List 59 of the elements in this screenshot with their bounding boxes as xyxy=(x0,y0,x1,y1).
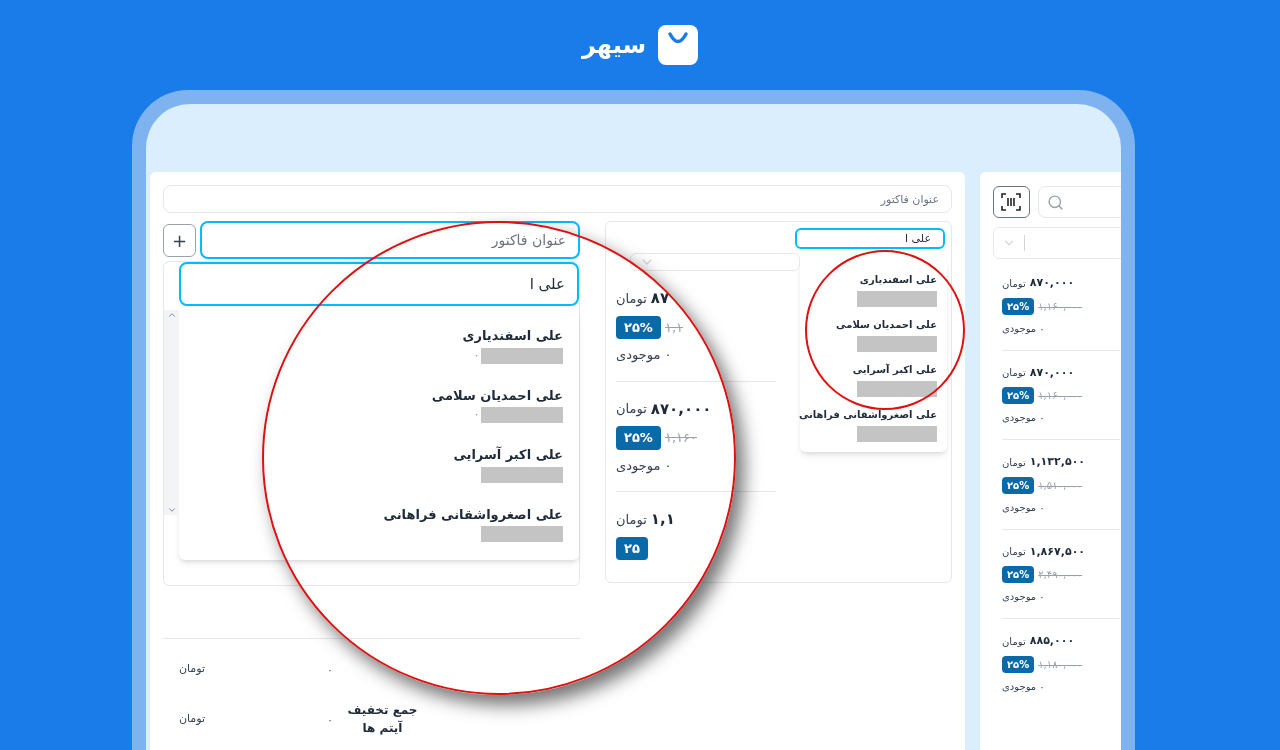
currency: تومان xyxy=(616,400,647,419)
currency: تومان xyxy=(1002,276,1026,291)
note-text: ۰ xyxy=(474,348,479,362)
stock-text: ۰ موجودی xyxy=(616,456,672,475)
currency: تومان xyxy=(1002,634,1026,649)
total-unit: تومان xyxy=(178,710,205,727)
stock-text: ۰ موجودی xyxy=(1002,500,1045,515)
customer-option[interactable]: علی اسفندیاری xyxy=(859,272,937,287)
discount-badge: ۲۵% xyxy=(616,426,661,450)
stock-text: ۰ موجودی xyxy=(1002,590,1045,604)
price: ۱,۱۳۲,۵۰۰ xyxy=(1029,454,1086,470)
price: ۸۷ xyxy=(650,288,670,309)
add-button[interactable]: + xyxy=(163,223,196,257)
note-text: ۰ xyxy=(474,408,479,422)
customer-option[interactable]: علی اکبر آسرایی xyxy=(852,362,937,377)
customer-search-field[interactable]: علی ا xyxy=(795,228,945,249)
price: ۸۷۰,۰۰۰ xyxy=(650,398,712,420)
magnified-customer-search-field[interactable]: علی ا xyxy=(179,262,579,306)
discount-badge: ۲۵% xyxy=(1002,566,1035,583)
price: ۸۸۵,۰۰۰ xyxy=(1029,633,1075,649)
customer-option[interactable]: علی اکبر آسرایی xyxy=(453,445,563,465)
currency: تومان xyxy=(1002,545,1026,560)
stock-text: ۰ موجودی xyxy=(1002,411,1045,425)
old-price: ۱,۱۶۰,۰۰۰ xyxy=(1038,389,1083,403)
discount-badge: ۲۵% xyxy=(1002,297,1035,315)
stock-text: ۰ موجودی xyxy=(1002,679,1045,694)
invoice-title-field[interactable]: عنوان فاکتور xyxy=(163,185,952,213)
old-price: ۱,۱۸۰,۰۰۰ xyxy=(1038,657,1083,672)
customer-option[interactable]: علی اسفندیاری xyxy=(462,326,563,346)
customer-option[interactable]: علی اصغرواشقانی فراهانی xyxy=(799,407,937,422)
currency: تومان xyxy=(1002,455,1026,470)
total-label: جمع تخفیف آیتم ها xyxy=(346,702,419,737)
old-price: ۱,۱۶۰ xyxy=(664,429,697,447)
price: ۱,۱ xyxy=(650,509,675,530)
old-price: ۱,۵۱۰,۰۰۰ xyxy=(1038,478,1083,493)
magnified-title-field[interactable]: عنوان فاکتور xyxy=(200,221,580,259)
discount-badge: ۲۵% xyxy=(616,315,661,339)
total-value: ۰ xyxy=(326,712,334,727)
discount-badge: ۲۵ xyxy=(616,536,648,560)
customer-option[interactable]: علی احمدیان سلامی xyxy=(836,317,937,332)
stock-text: ۰ موجودی xyxy=(616,346,672,365)
customer-option[interactable]: علی احمدیان سلامی xyxy=(431,385,563,405)
discount-badge: ۲۵% xyxy=(1002,476,1035,494)
brand-name: سیهر xyxy=(581,30,647,61)
currency: تومان xyxy=(1002,366,1026,381)
total-value: ۰ xyxy=(326,662,334,677)
currency: تومان xyxy=(616,510,647,529)
total-unit: تومان xyxy=(178,660,205,677)
discount-badge: ۲۵% xyxy=(1002,387,1035,404)
customer-option[interactable]: علی اصغرواشقانی فراهانی xyxy=(383,504,563,524)
price: ۱,۸۶۷,۵۰۰ xyxy=(1029,543,1086,560)
old-price: ۱,۱ xyxy=(664,318,683,337)
price: ۸۷۰,۰۰۰ xyxy=(1029,275,1075,291)
price: ۸۷۰,۰۰۰ xyxy=(1029,364,1075,381)
stock-text: ۰ موجودی xyxy=(1002,321,1045,336)
old-price: ۱,۱۶۰,۰۰۰ xyxy=(1038,299,1083,314)
old-price: ۲,۴۹۰,۰۰۰ xyxy=(1038,568,1083,582)
discount-badge: ۲۵% xyxy=(1002,655,1035,673)
currency: تومان xyxy=(616,289,647,308)
